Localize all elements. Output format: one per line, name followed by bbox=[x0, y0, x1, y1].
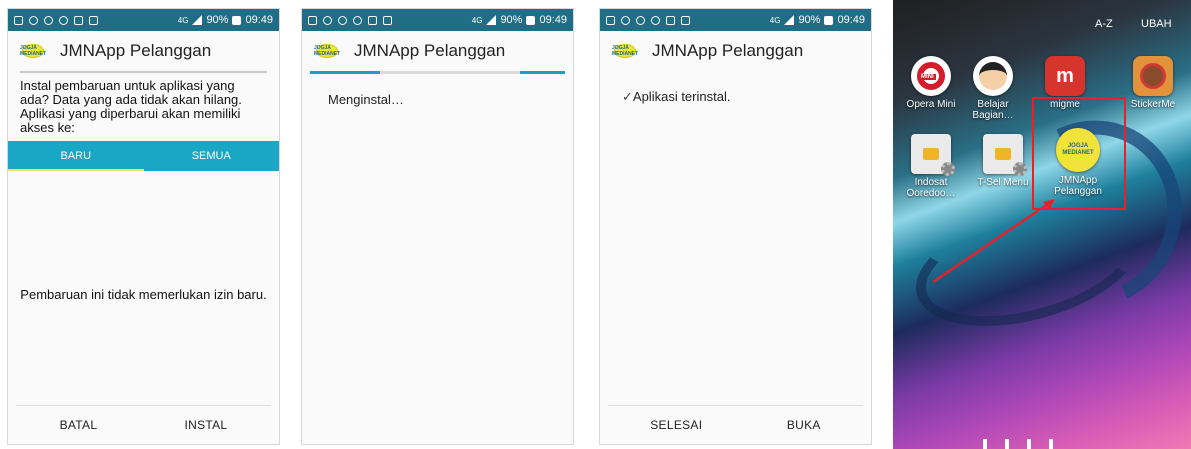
app-header: JOGJA MEDIANET JMNApp Pelanggan bbox=[302, 31, 573, 71]
network-label: 4G bbox=[177, 15, 189, 25]
app-logo-icon: JOGJA MEDIANET bbox=[19, 44, 47, 58]
app-title: JMNApp Pelanggan bbox=[652, 41, 804, 60]
page-indicator bbox=[983, 439, 1053, 449]
migme-icon: m bbox=[1045, 56, 1085, 96]
indosat-sim-icon bbox=[911, 134, 955, 176]
app-tsel[interactable]: T-Sel Menu bbox=[975, 134, 1031, 188]
gallery-icon bbox=[74, 15, 83, 25]
sim-chip-icon bbox=[923, 148, 939, 160]
pointer-arrow-icon bbox=[932, 199, 1055, 284]
message-icon bbox=[14, 15, 23, 25]
face-icon bbox=[979, 62, 1007, 90]
install-description: Instal pembaruan untuk aplikasi yang ada… bbox=[20, 78, 242, 135]
battery-percent: 90% bbox=[500, 14, 523, 26]
checkmark-icon: ✓ bbox=[622, 89, 633, 104]
sim-chip-icon bbox=[995, 148, 1011, 160]
app-label: StickerMe bbox=[1130, 99, 1176, 110]
clock: 09:49 bbox=[837, 14, 865, 26]
chat-icon bbox=[681, 15, 690, 25]
battery-icon bbox=[824, 15, 834, 25]
battery-percent: 90% bbox=[798, 14, 821, 26]
signal-icon bbox=[486, 15, 497, 25]
app-logo-icon: JOGJA MEDIANET bbox=[611, 44, 639, 58]
migme-letter: m bbox=[1056, 64, 1074, 87]
home-screen: A-Z UBAH MINI Opera Mini Belajar Bagian…… bbox=[893, 0, 1191, 449]
status-bar: 4G 90% 09:49 bbox=[600, 9, 871, 31]
app-label: Opera Mini bbox=[906, 99, 956, 110]
app-label: Belajar Bagian… bbox=[972, 99, 1014, 121]
chat-icon bbox=[383, 15, 392, 25]
installing-screen: 4G 90% 09:49 JOGJA MEDIANET JMNApp Pelan… bbox=[301, 8, 574, 445]
open-button[interactable]: BUKA bbox=[777, 414, 831, 436]
installed-status-row: ✓Aplikasi terinstal. bbox=[600, 71, 871, 123]
opera-notif-icon bbox=[323, 15, 332, 25]
opera-ring-icon: MINI bbox=[917, 62, 945, 90]
install-status: Menginstal… bbox=[328, 92, 404, 107]
button-bar: SELESAI BUKA bbox=[608, 405, 863, 444]
camera-icon bbox=[353, 15, 362, 25]
clock: 09:49 bbox=[539, 14, 567, 26]
camera-icon bbox=[651, 15, 660, 25]
battery-icon bbox=[232, 15, 242, 25]
opera-mini-badge: MINI bbox=[919, 74, 936, 80]
permission-tabs: BARU SEMUA bbox=[8, 141, 279, 171]
gallery-icon bbox=[666, 15, 675, 25]
opera-mini-icon: MINI bbox=[911, 56, 951, 96]
tab-semua[interactable]: SEMUA bbox=[144, 141, 280, 171]
character-face-icon bbox=[1140, 63, 1166, 89]
installed-screen: 4G 90% 09:49 JOGJA MEDIANET JMNApp Pelan… bbox=[599, 8, 872, 445]
permission-note: Pembaruan ini tidak memerlukan izin baru… bbox=[20, 287, 267, 302]
tsel-sim-icon bbox=[983, 134, 1027, 176]
sync-icon bbox=[338, 15, 347, 25]
az-button[interactable]: A-Z bbox=[1095, 18, 1113, 30]
battery-percent: 90% bbox=[206, 14, 229, 26]
app-belajar[interactable]: Belajar Bagian… bbox=[965, 56, 1021, 121]
app-logo-icon: JOGJA MEDIANET bbox=[313, 44, 341, 58]
app-header: JOGJA MEDIANET JMNApp Pelanggan bbox=[600, 31, 871, 71]
status-bar: 4G 90% 09:49 bbox=[8, 9, 279, 31]
button-bar: BATAL INSTAL bbox=[16, 405, 271, 444]
opera-notif-icon bbox=[29, 15, 38, 25]
sync-icon bbox=[636, 15, 645, 25]
status-bar: 4G 90% 09:49 bbox=[302, 9, 573, 31]
gallery-icon bbox=[368, 15, 377, 25]
install-prompt-screen: 4G 90% 09:49 JOGJA MEDIANET JMNApp Pelan… bbox=[7, 8, 280, 445]
app-label: T-Sel Menu bbox=[977, 177, 1029, 188]
page-dot bbox=[1005, 439, 1009, 449]
done-button[interactable]: SELESAI bbox=[640, 414, 712, 436]
progress-track bbox=[380, 71, 520, 74]
cancel-button[interactable]: BATAL bbox=[50, 414, 108, 436]
signal-icon bbox=[784, 15, 795, 25]
signal-icon bbox=[192, 15, 203, 25]
page-dot bbox=[983, 439, 987, 449]
opera-notif-icon bbox=[621, 15, 630, 25]
clock: 09:49 bbox=[245, 14, 273, 26]
tab-baru[interactable]: BARU bbox=[8, 141, 144, 171]
installed-status: Aplikasi terinstal. bbox=[632, 89, 731, 104]
sync-icon bbox=[44, 15, 53, 25]
message-icon bbox=[308, 15, 317, 25]
app-stickerme[interactable]: StickerMe bbox=[1125, 56, 1181, 110]
message-icon bbox=[606, 15, 615, 25]
stickerme-icon bbox=[1133, 56, 1173, 96]
camera-icon bbox=[59, 15, 68, 25]
app-opera-mini[interactable]: MINI Opera Mini bbox=[903, 56, 959, 110]
edit-button[interactable]: UBAH bbox=[1141, 18, 1172, 30]
belajar-icon bbox=[973, 56, 1013, 96]
chat-icon bbox=[89, 15, 98, 25]
network-label: 4G bbox=[769, 15, 781, 25]
gear-icon bbox=[1013, 162, 1027, 176]
battery-icon bbox=[526, 15, 536, 25]
install-button[interactable]: INSTAL bbox=[174, 414, 237, 436]
page-dot bbox=[1027, 439, 1031, 449]
install-progress-bar bbox=[310, 71, 565, 74]
network-label: 4G bbox=[471, 15, 483, 25]
gear-icon bbox=[941, 162, 955, 176]
app-title: JMNApp Pelanggan bbox=[354, 41, 506, 60]
app-title: JMNApp Pelanggan bbox=[60, 41, 212, 60]
app-header: JOGJA MEDIANET JMNApp Pelanggan bbox=[8, 31, 279, 71]
page-dot bbox=[1049, 439, 1053, 449]
